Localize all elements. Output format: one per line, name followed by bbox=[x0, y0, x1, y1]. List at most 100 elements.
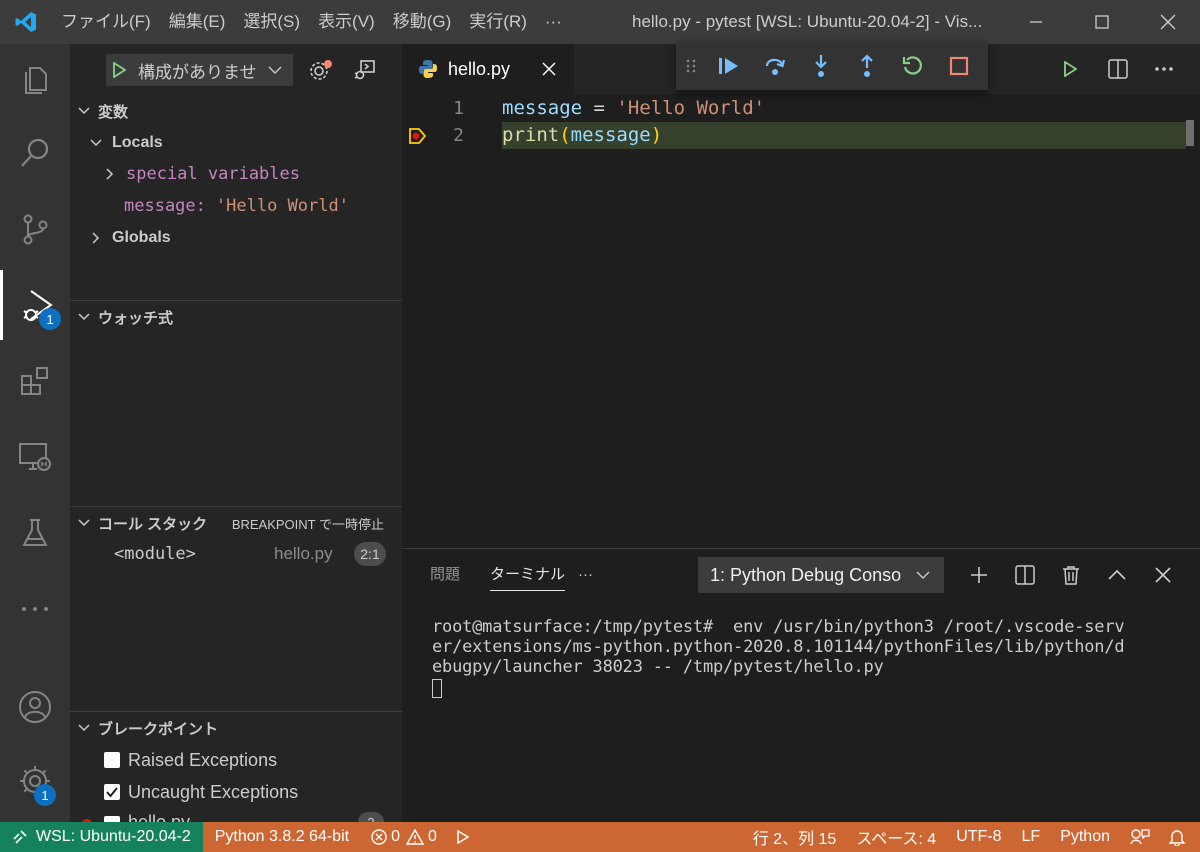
settings-gear-icon[interactable]: 1 bbox=[0, 746, 70, 816]
problems-indicator[interactable]: 0 0 bbox=[361, 822, 447, 852]
stack-frame-row[interactable]: <module> hello.py 2:1 bbox=[70, 540, 402, 568]
editor-more-actions-button[interactable] bbox=[1148, 54, 1180, 84]
split-editor-button[interactable] bbox=[1102, 54, 1134, 84]
kill-terminal-button[interactable] bbox=[1056, 561, 1086, 589]
breakpoint-raised-exceptions[interactable]: Raised Exceptions bbox=[104, 746, 277, 774]
chevron-down-icon bbox=[916, 571, 930, 579]
maximize-button[interactable] bbox=[1074, 0, 1130, 44]
split-terminal-button[interactable] bbox=[1010, 561, 1040, 589]
step-into-button[interactable] bbox=[798, 42, 844, 90]
breakpoint-file-row[interactable]: hello.py 2 bbox=[70, 810, 402, 822]
divider bbox=[70, 711, 402, 712]
tree-item-special-variables[interactable]: special variables bbox=[106, 160, 300, 188]
bell-icon bbox=[1168, 830, 1186, 846]
launch-config-select[interactable]: 構成がありませ bbox=[106, 54, 293, 86]
tree-item-globals[interactable]: Globals bbox=[92, 224, 171, 252]
terminal-line: root@matsurface:/tmp/pytest# env /usr/bi… bbox=[432, 617, 1125, 637]
step-out-button[interactable] bbox=[844, 42, 890, 90]
more-views-icon[interactable] bbox=[0, 574, 70, 644]
continue-button[interactable] bbox=[706, 42, 752, 90]
chevron-down-icon bbox=[70, 519, 98, 527]
trash-icon bbox=[1063, 566, 1079, 585]
new-terminal-button[interactable] bbox=[964, 561, 994, 589]
watch-section-header[interactable]: ウォッチ式 bbox=[70, 304, 402, 330]
play-icon bbox=[1064, 61, 1077, 77]
testing-flask-icon[interactable] bbox=[0, 498, 70, 568]
breakpoint-uncaught-exceptions[interactable]: Uncaught Exceptions bbox=[104, 778, 298, 806]
stop-button[interactable] bbox=[936, 42, 982, 90]
close-panel-button[interactable] bbox=[1148, 561, 1178, 589]
menu-item-4[interactable]: 移動(G) bbox=[384, 0, 461, 44]
scrollbar-thumb[interactable] bbox=[1186, 120, 1194, 146]
menu-item-0[interactable]: ファイル(F) bbox=[52, 0, 160, 44]
tab-terminal-label: ターミナル bbox=[490, 566, 566, 583]
terminal-select-label: 1: Python Debug Conso bbox=[710, 564, 902, 585]
editor-area: hello.py 1 2 message = 'Hello World' pri… bbox=[402, 44, 1200, 548]
close-icon bbox=[1155, 567, 1171, 583]
tree-item-message[interactable]: message: 'Hello World' bbox=[124, 192, 349, 220]
menu-item-2[interactable]: 選択(S) bbox=[234, 0, 309, 44]
close-tab-icon[interactable] bbox=[542, 62, 556, 76]
title-bar: ファイル(F) 編集(E) 選択(S) 表示(V) 移動(G) 実行(R) ··· hell… bbox=[0, 0, 1200, 44]
tab-problems[interactable]: 問題 bbox=[430, 549, 460, 601]
frame-name: <module> bbox=[114, 544, 196, 564]
minimize-button[interactable] bbox=[1008, 0, 1064, 44]
source-control-icon[interactable] bbox=[0, 194, 70, 264]
open-launch-json-button[interactable] bbox=[306, 56, 336, 84]
notifications-button[interactable] bbox=[1160, 822, 1200, 852]
warning-count: 0 bbox=[427, 828, 437, 845]
remote-explorer-icon[interactable] bbox=[0, 422, 70, 492]
end-of-line[interactable]: LF bbox=[1012, 822, 1051, 852]
menu-item-3[interactable]: 表示(V) bbox=[309, 0, 384, 44]
restart-button[interactable] bbox=[890, 42, 936, 90]
restart-icon bbox=[902, 56, 922, 75]
code-line[interactable]: message = 'Hello World' bbox=[502, 95, 765, 122]
variables-title: 変数 bbox=[98, 103, 129, 121]
maximize-panel-button[interactable] bbox=[1102, 561, 1132, 589]
explorer-icon[interactable] bbox=[0, 44, 70, 114]
terminal-cursor[interactable] bbox=[432, 679, 442, 698]
remote-icon bbox=[13, 830, 27, 844]
step-over-button[interactable] bbox=[752, 42, 798, 90]
run-python-file-button[interactable] bbox=[1054, 54, 1086, 84]
menu-item-1[interactable]: 編集(E) bbox=[160, 0, 235, 44]
cursor-position[interactable]: 行 2、列 15 bbox=[743, 822, 847, 852]
tree-item-locals[interactable]: Locals bbox=[90, 129, 163, 157]
debug-launch-button[interactable] bbox=[447, 822, 479, 852]
indentation[interactable]: スペース: 4 bbox=[846, 822, 946, 852]
terminal-select[interactable]: 1: Python Debug Conso bbox=[698, 557, 944, 593]
debug-console-button[interactable] bbox=[350, 56, 380, 84]
python-interpreter[interactable]: Python 3.8.2 64-bit bbox=[203, 822, 361, 852]
terminal-line: er/extensions/ms-python.python-2020.8.10… bbox=[432, 637, 1125, 657]
tab-terminal[interactable]: ターミナル bbox=[490, 549, 566, 601]
callstack-section-header[interactable]: コール スタック BREAKPOINT で一時停止 bbox=[70, 510, 402, 536]
raised-exceptions-label: Raised Exceptions bbox=[128, 749, 278, 770]
accounts-icon[interactable] bbox=[0, 672, 70, 742]
menu-item-6[interactable]: ··· bbox=[536, 0, 571, 44]
plus-icon bbox=[971, 567, 987, 583]
raised-exceptions-checkbox[interactable] bbox=[104, 752, 120, 768]
remote-indicator[interactable]: WSL: Ubuntu-20.04-2 bbox=[0, 822, 203, 852]
search-icon[interactable] bbox=[0, 118, 70, 188]
frame-position-badge: 2:1 bbox=[354, 542, 386, 566]
drag-handle-icon[interactable] bbox=[676, 42, 706, 90]
language-mode[interactable]: Python bbox=[1050, 822, 1120, 852]
python-file-icon bbox=[419, 60, 437, 78]
checkmark-icon bbox=[106, 787, 118, 798]
feedback-button[interactable] bbox=[1120, 822, 1160, 852]
uncaught-exceptions-checkbox[interactable] bbox=[104, 784, 120, 800]
encoding[interactable]: UTF-8 bbox=[946, 822, 1011, 852]
start-debugging-icon[interactable] bbox=[112, 62, 126, 78]
menu-item-5[interactable]: 実行(R) bbox=[460, 0, 536, 44]
breakpoint-file-label: hello.py bbox=[128, 812, 191, 822]
chevron-down-icon bbox=[70, 724, 98, 732]
close-window-button[interactable] bbox=[1140, 0, 1196, 44]
run-debug-icon[interactable]: 1 bbox=[0, 270, 70, 340]
extensions-icon[interactable] bbox=[0, 346, 70, 416]
panel-more-tabs[interactable]: ··· bbox=[578, 549, 593, 601]
code-token: message bbox=[502, 97, 583, 119]
code-line[interactable]: print(message) bbox=[502, 122, 662, 149]
tab-hello-py[interactable]: hello.py bbox=[402, 44, 574, 94]
breakpoints-section-header[interactable]: ブレークポイント bbox=[70, 715, 402, 741]
variables-section-header[interactable]: 変数 bbox=[70, 98, 402, 124]
